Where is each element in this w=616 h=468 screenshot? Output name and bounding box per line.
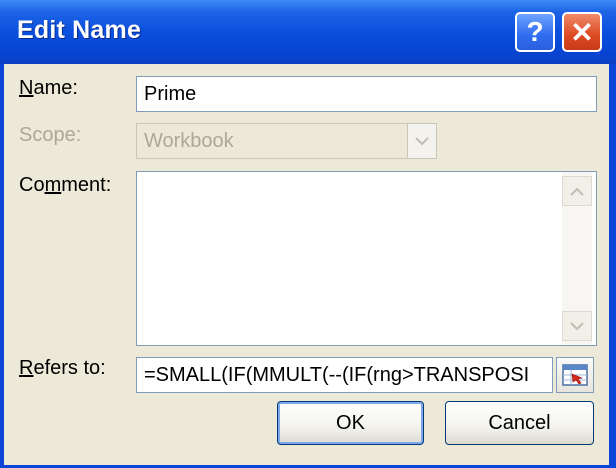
scope-value: Workbook — [144, 129, 234, 152]
close-button[interactable]: ✕ — [562, 12, 602, 52]
help-icon: ? — [526, 16, 544, 47]
comment-textarea[interactable] — [136, 171, 597, 346]
scroll-down-button[interactable] — [562, 311, 592, 341]
scope-select: Workbook — [136, 123, 408, 159]
help-button[interactable]: ? — [515, 12, 555, 52]
range-select-icon — [562, 364, 588, 386]
name-value: Prime — [144, 82, 197, 105]
close-icon: ✕ — [570, 16, 594, 48]
scroll-up-button[interactable] — [562, 176, 592, 206]
edit-name-dialog: Edit Name ? ✕ Name: Prime Scope: Workboo… — [0, 0, 616, 468]
comment-label: Comment: — [19, 174, 112, 196]
name-label: Name: — [19, 77, 78, 99]
name-input[interactable]: Prime — [136, 76, 597, 112]
cancel-button[interactable]: Cancel — [445, 401, 594, 445]
chevron-up-icon — [570, 187, 584, 196]
collapse-dialog-button[interactable] — [556, 357, 594, 393]
scope-dropdown-button — [407, 123, 437, 159]
dialog-title: Edit Name — [17, 16, 142, 44]
dialog-body: Name: Prime Scope: Workbook Comment: Ref… — [4, 64, 609, 465]
scope-label: Scope: — [19, 124, 82, 146]
refers-to-label: Refers to: — [19, 357, 106, 379]
refers-to-input[interactable]: =SMALL(IF(MMULT(--(IF(rng>TRANSPOSI — [136, 357, 553, 393]
ok-button[interactable]: OK — [277, 401, 424, 445]
chevron-down-icon — [415, 136, 429, 145]
refers-to-value: =SMALL(IF(MMULT(--(IF(rng>TRANSPOSI — [144, 363, 530, 386]
chevron-down-icon — [570, 321, 584, 330]
comment-scrollbar[interactable] — [562, 172, 592, 345]
title-bar[interactable]: Edit Name ? ✕ — [0, 0, 616, 64]
